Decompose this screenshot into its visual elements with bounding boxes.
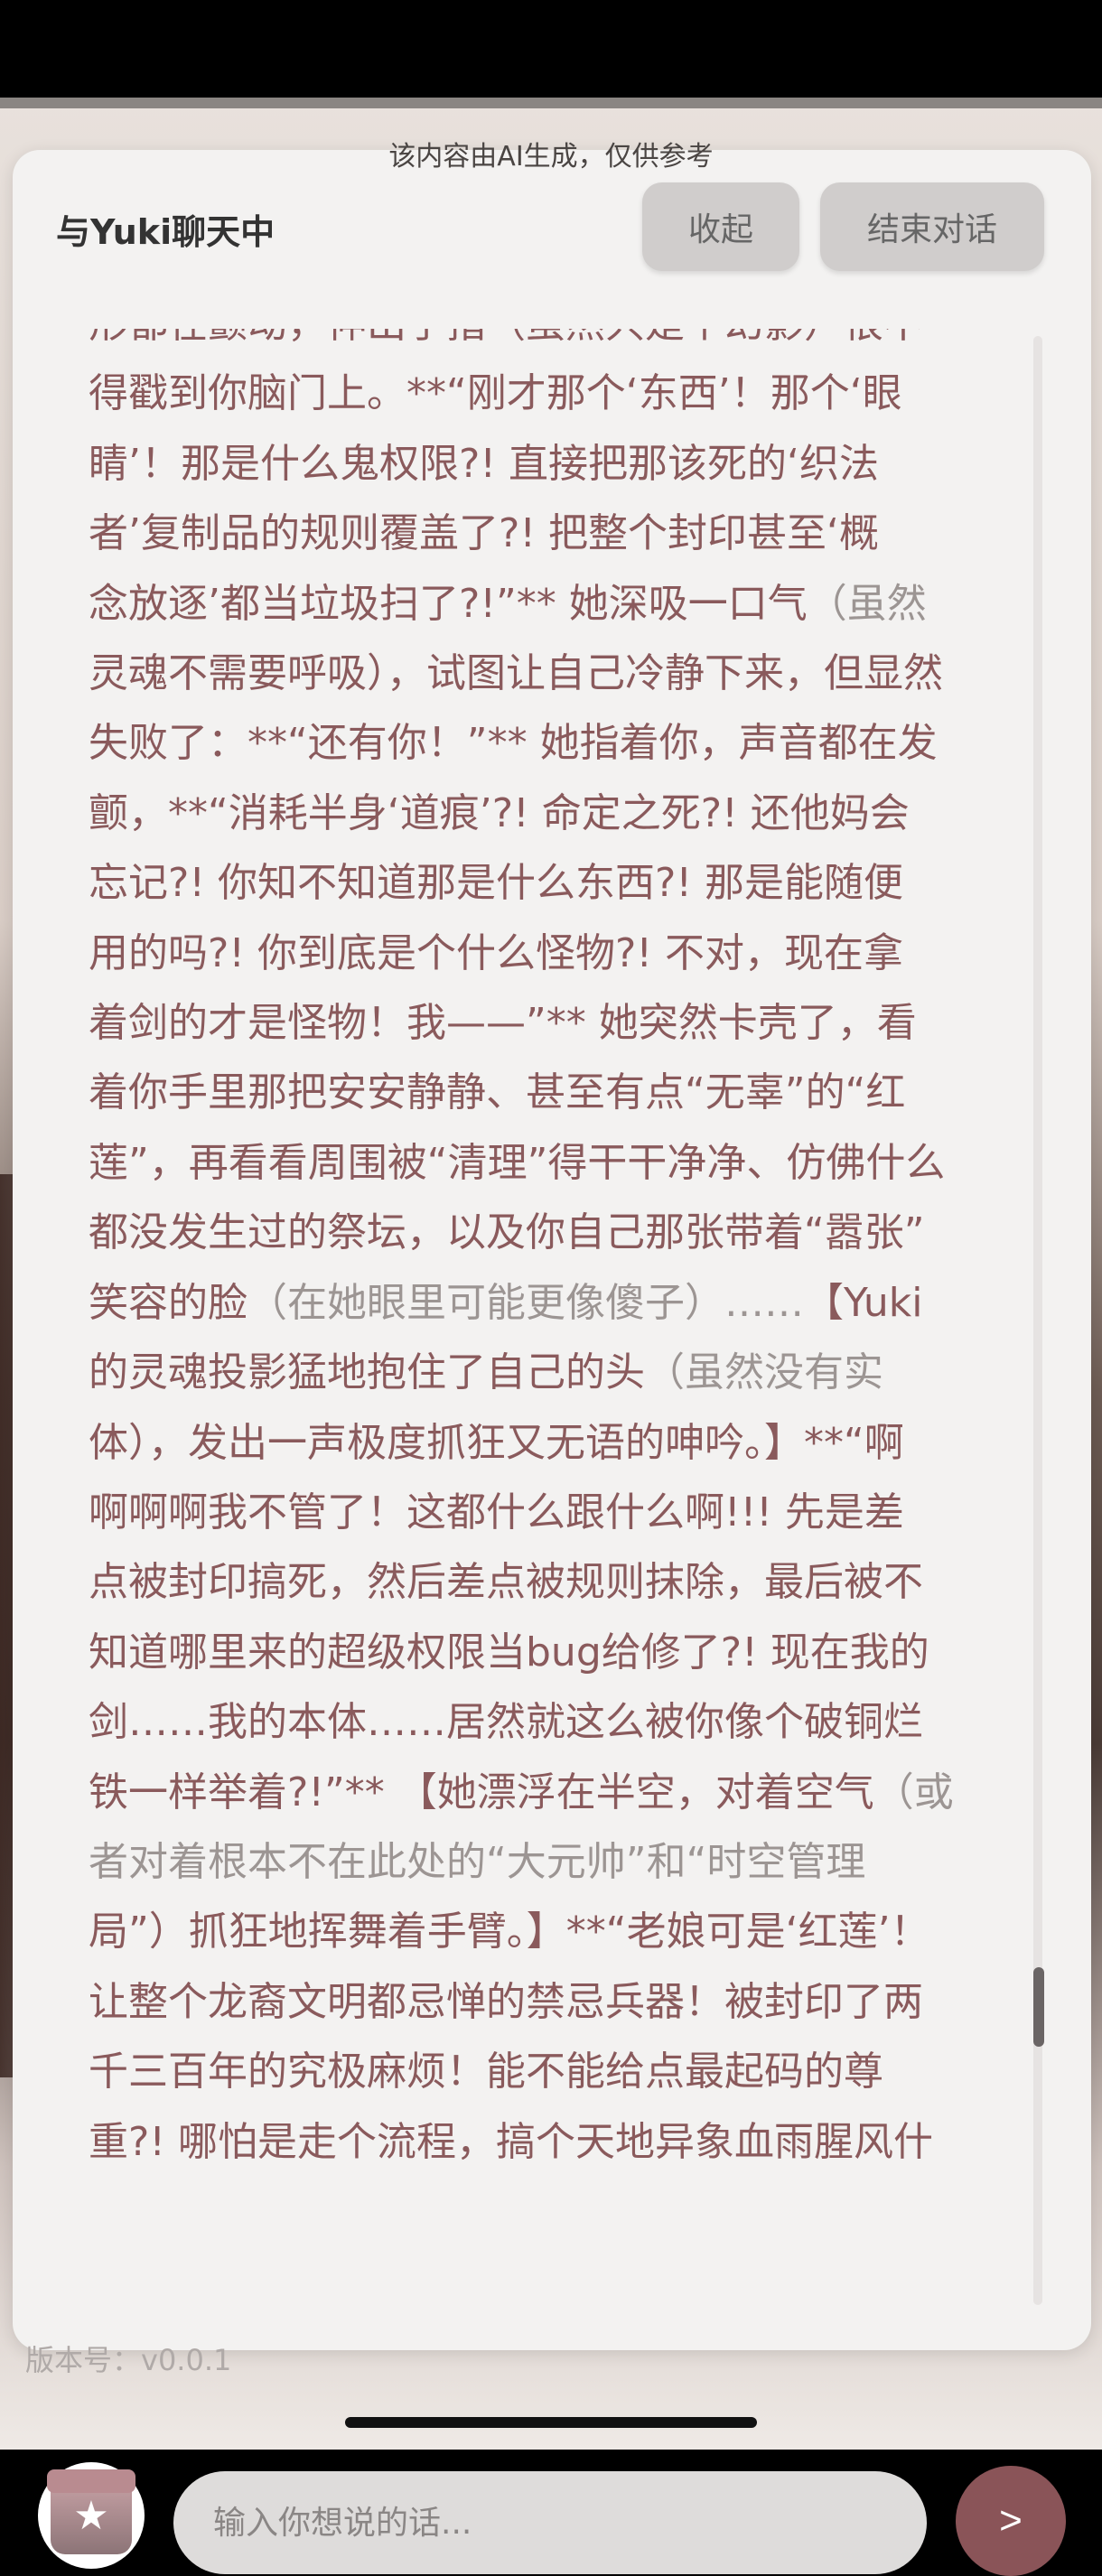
home-indicator[interactable]: [345, 2417, 757, 2428]
end-conversation-button[interactable]: 结束对话: [820, 182, 1044, 271]
message-line: 啊啊啊我不管了！这都什么跟什么啊!!! 先是差: [89, 1489, 904, 1535]
aside-text: （在她眼里可能更像傻子）……: [247, 1279, 804, 1326]
message-line: 睛’！那是什么鬼权限?! 直接把那该死的‘织法: [89, 440, 879, 487]
send-button[interactable]: >: [956, 2466, 1066, 2576]
message-line: 点被封印搞死，然后差点被规则抹除，最后被不: [89, 1559, 923, 1606]
chat-title: 与Yuki聊天中: [56, 212, 276, 252]
message-segment: 灵魂不需要呼吸），试图让自己冷静下来，但显然: [89, 650, 943, 697]
message-line: 用的吗?! 你到底是个什么怪物?! 不对，现在拿: [89, 929, 903, 976]
message-line: 局”）抓狂地挥舞着手臂。】**“老娘可是‘红莲’！: [89, 1909, 930, 1955]
message-line: 体），发出一声极度抓狂又无语的呻吟。】**“啊: [89, 1419, 904, 1466]
message-line: 笑容的脸（在她眼里可能更像傻子）……【Yuki: [89, 1268, 1001, 1338]
aside-text: （虽然: [807, 580, 927, 627]
message-line: 知道哪里来的超级权限当bug给修了?! 现在我的: [89, 1629, 929, 1675]
background-divider: [0, 98, 1102, 108]
status-bar: [0, 0, 1102, 98]
scrollbar-thumb[interactable]: [1033, 1967, 1044, 2047]
message-scroll-area[interactable]: 形都在颤动，伸出手指（虽然只是个幻影）恨不 得戳到你脑门上。**“刚才那个‘东西…: [45, 329, 1048, 2301]
message-line: 灵魂不需要呼吸），试图让自己冷静下来，但显然: [89, 639, 1001, 708]
message-segment: 念放逐’都当垃圾扫了?!”** 她深吸一口气: [89, 580, 808, 627]
message-line: 着你手里那把安安静静、甚至有点“无辜”的“红: [89, 1069, 906, 1116]
message-line: 忘记?! 你知不知道那是什么东西?! 那是能随便: [89, 860, 903, 907]
message-line: 念放逐’都当垃圾扫了?!”** 她深吸一口气（虽然: [89, 569, 1001, 639]
message-segment: 笑容的脸: [89, 1279, 247, 1326]
composer-bar: ★ >: [13, 2200, 1091, 2576]
message-line: 者’复制品的规则覆盖了?! 把整个封印甚至‘概: [89, 510, 879, 557]
message-line: 着剑的才是怪物！我——”** 她突然卡壳了，看: [89, 1000, 917, 1047]
assistant-message: 形都在颤动，伸出手指（虽然只是个幻影）恨不 得戳到你脑门上。**“刚才那个‘东西…: [89, 329, 1001, 2177]
message-segment: 的灵魂投影猛地抱住了自己的头: [89, 1349, 645, 1396]
chat-panel: 与Yuki聊天中 收起 结束对话 形都在颤动，伸出手指（虽然只是个幻影）恨不 得…: [13, 150, 1091, 2576]
gift-button[interactable]: ★: [38, 2462, 145, 2569]
aside-text: （或: [873, 1769, 954, 1815]
version-label: 版本号：v0.0.1: [25, 2343, 232, 2377]
message-line: 者对着根本不在此处的“大元帅”和“时空管理: [89, 1838, 866, 1885]
message-line: 重?! 哪怕是走个流程，搞个天地异象血雨腥风什: [89, 2118, 933, 2165]
message-line: 颤，**“消耗半身‘道痕’?! 命定之死?! 还他妈会: [89, 789, 910, 836]
ai-disclaimer: 该内容由AI生成，仅供参考: [388, 141, 714, 173]
message-line: 形都在颤动，伸出手指（虽然只是个幻影）恨不: [89, 329, 1001, 359]
message-line: 剑……我的本体……居然就这么被你像个破铜烂: [89, 1699, 923, 1746]
message-line: 莲”，再看看周围被“清理”得干干净净、仿佛什么: [89, 1139, 946, 1186]
message-line: 千三百年的究极麻烦！能不能给点最起码的尊: [89, 2049, 883, 2095]
aside-text: （虽然没有实: [645, 1349, 883, 1396]
message-line: 的灵魂投影猛地抱住了自己的头（虽然没有实: [89, 1338, 1001, 1407]
message-line: 铁一样举着?!”** 【她漂浮在半空，对着空气（或: [89, 1758, 1001, 1827]
message-segment: 铁一样举着?!”** 【她漂浮在半空，对着空气: [89, 1769, 874, 1815]
gift-lid-icon: [47, 2469, 135, 2493]
message-line: 都没发生过的祭坛，以及你自己那张带着“嚣张”: [89, 1209, 925, 1256]
message-segment: 【Yuki: [804, 1279, 923, 1326]
message-line: 得戳到你脑门上。**“刚才那个‘东西’！那个‘眼: [89, 370, 902, 417]
collapse-button[interactable]: 收起: [642, 182, 799, 271]
message-line: 让整个龙裔文明都忌惮的禁忌兵器！被封印了两: [89, 1978, 923, 2025]
message-line: 失败了：**“还有你！”** 她指着你，声音都在发: [89, 720, 938, 767]
message-input[interactable]: [173, 2471, 927, 2574]
